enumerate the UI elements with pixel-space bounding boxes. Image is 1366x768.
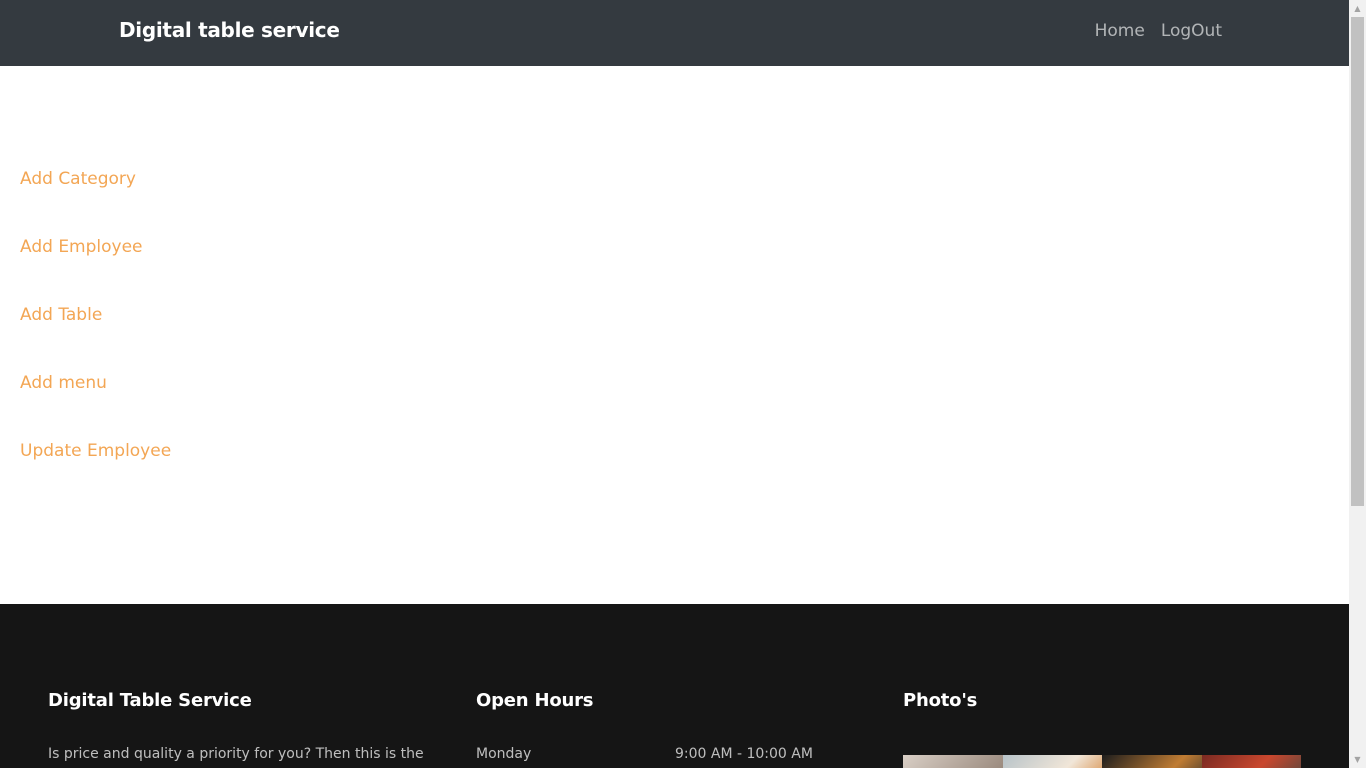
- footer-about: Digital Table Service Is price and quali…: [48, 690, 428, 762]
- gallery-photo[interactable]: [903, 755, 1003, 768]
- gallery-photo[interactable]: [1002, 755, 1102, 768]
- photo-gallery: [903, 755, 1301, 768]
- nav-home-link[interactable]: Home: [1095, 21, 1145, 41]
- scroll-down-arrow-icon[interactable]: ▼: [1349, 751, 1366, 768]
- footer-photos-heading: Photo's: [903, 690, 978, 711]
- footer-hours-heading: Open Hours: [476, 690, 594, 711]
- hours-day: Monday: [476, 746, 532, 762]
- add-employee-link[interactable]: Add Employee: [20, 235, 171, 303]
- scrollbar-thumb[interactable]: [1351, 17, 1364, 506]
- footer-photos: Photo's: [903, 690, 1301, 768]
- admin-action-list: Add Category Add Employee Add Table Add …: [20, 167, 171, 507]
- nav-links: Home LogOut: [1095, 21, 1222, 41]
- footer-hours: Open Hours Monday 9:00 AM - 10:00 AM: [476, 690, 856, 762]
- page-scrollbar[interactable]: ▲ ▼: [1349, 0, 1366, 768]
- nav-logout-link[interactable]: LogOut: [1161, 21, 1222, 41]
- footer-about-text: Is price and quality a priority for you?…: [48, 746, 424, 762]
- site-footer: Digital Table Service Is price and quali…: [0, 604, 1349, 768]
- add-table-link[interactable]: Add Table: [20, 303, 171, 371]
- brand-title[interactable]: Digital table service: [119, 18, 340, 42]
- gallery-photo[interactable]: [1201, 755, 1301, 768]
- update-employee-link[interactable]: Update Employee: [20, 439, 171, 507]
- add-menu-link[interactable]: Add menu: [20, 371, 171, 439]
- add-category-link[interactable]: Add Category: [20, 167, 171, 235]
- top-navbar: Digital table service Home LogOut: [0, 0, 1349, 66]
- scroll-up-arrow-icon[interactable]: ▲: [1349, 0, 1366, 17]
- footer-about-heading: Digital Table Service: [48, 690, 252, 711]
- gallery-photo[interactable]: [1102, 755, 1202, 768]
- hours-time: 9:00 AM - 10:00 AM: [675, 746, 813, 762]
